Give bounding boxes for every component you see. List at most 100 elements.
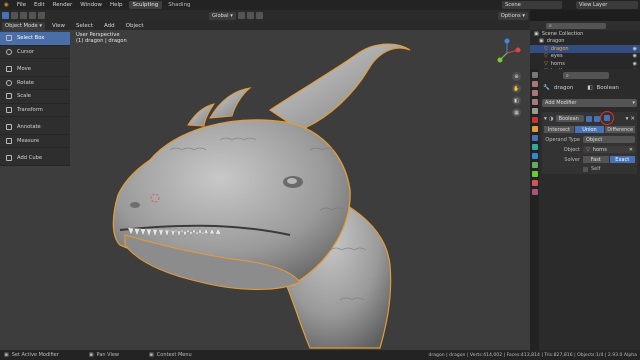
op-intersect[interactable]: Intersect — [544, 126, 574, 133]
snap-icon[interactable] — [246, 12, 254, 19]
perspective-toggle-icon[interactable]: ▦ — [512, 108, 521, 117]
object-mode-dropdown[interactable]: Object Mode ▾ — [2, 21, 45, 30]
menu-select[interactable]: Select — [72, 23, 97, 29]
select-subtract-icon[interactable] — [20, 12, 27, 19]
menu-help[interactable]: Help — [106, 2, 127, 8]
menu-edit[interactable]: Edit — [30, 2, 49, 8]
modifier-tab-icon[interactable] — [531, 135, 538, 141]
view-layer-tab-icon[interactable] — [531, 99, 538, 105]
solver-exact[interactable]: Exact — [609, 156, 635, 163]
clear-field-icon[interactable]: ✕ — [629, 147, 633, 153]
viewport-header: Global ▾ Options ▾ — [0, 10, 530, 21]
tool-transform[interactable]: Transform — [0, 104, 70, 117]
camera-icon[interactable]: ◧ — [512, 96, 521, 105]
constraints-tab-icon[interactable] — [531, 162, 538, 168]
visibility-eye-icon[interactable]: ◉ — [633, 53, 637, 59]
menu-render[interactable]: Render — [49, 2, 77, 8]
solver-row: Solver Fast Exact — [544, 156, 635, 163]
menu-window[interactable]: Window — [76, 2, 106, 8]
tool-tab-icon[interactable] — [531, 72, 538, 78]
viewport-toggle-icon[interactable] — [593, 115, 600, 122]
self-checkbox[interactable] — [583, 166, 588, 172]
visibility-eye-icon[interactable]: ◉ — [633, 46, 637, 52]
texture-tab-icon[interactable] — [531, 189, 538, 195]
render-tab-icon[interactable] — [531, 81, 538, 87]
boolean-modifier-panel: ▾ ◑ Boolean ▾ ✕ Intersect Union Differen… — [542, 111, 637, 174]
navigation-buttons: ⊕ ✋ ◧ ▦ — [512, 72, 521, 117]
menu-object[interactable]: Object — [122, 23, 148, 29]
menu-add[interactable]: Add — [100, 23, 119, 29]
close-icon[interactable]: ✕ — [630, 116, 635, 122]
mouse-left-icon: ▣ — [4, 352, 9, 358]
op-difference[interactable]: Difference — [605, 126, 636, 133]
menu-file[interactable]: File — [13, 2, 30, 8]
outliner-scene-collection[interactable]: ▣ Scene Collection — [530, 30, 640, 38]
outliner-item-dragon[interactable]: ▽ dragon ◉ — [530, 45, 640, 53]
edit-mode-toggle-icon[interactable] — [585, 115, 592, 122]
3d-viewport[interactable]: User Perspective (1) dragon | dragon ⊕ ✋… — [0, 30, 530, 350]
axis-gizmo-icon[interactable] — [492, 38, 522, 68]
modifier-breadcrumb-icon: ◧ — [587, 85, 593, 91]
properties-search-field[interactable]: ⌕ — [563, 72, 609, 79]
physics-tab-icon[interactable] — [531, 153, 538, 159]
collapse-chevron-icon[interactable]: ▾ — [544, 116, 547, 122]
object-field[interactable]: ▽ horns ✕ — [583, 146, 635, 153]
properties-context: 🔧 dragon ◧ Boolean — [539, 82, 640, 94]
mesh-icon: ▽ — [544, 60, 548, 67]
select-mode-icon[interactable] — [2, 12, 9, 19]
navigation-gizmo[interactable] — [492, 38, 522, 70]
world-tab-icon[interactable] — [531, 117, 538, 123]
menu-view[interactable]: View — [48, 23, 69, 29]
options-button[interactable]: Options ▾ — [497, 11, 528, 20]
boolean-modifier-icon: ◑ — [548, 115, 554, 122]
solver-fast[interactable]: Fast — [583, 156, 609, 163]
proportional-edit-icon[interactable] — [255, 12, 263, 19]
blender-logo-icon[interactable]: ◉ — [0, 2, 13, 8]
viewport-info: User Perspective (1) dragon | dragon — [76, 32, 127, 44]
tab-shading[interactable]: Shading — [164, 1, 194, 9]
select-invert-icon[interactable] — [29, 12, 36, 19]
pivot-icon[interactable] — [237, 12, 245, 19]
outliner-item-eyes[interactable]: ▽ eyes ◉ — [530, 53, 640, 61]
pan-icon[interactable]: ✋ — [512, 84, 521, 93]
tool-move[interactable]: Move — [0, 63, 70, 77]
self-row: Self — [544, 166, 635, 172]
material-tab-icon[interactable] — [531, 180, 538, 186]
tool-measure[interactable]: Measure — [0, 135, 70, 148]
add-modifier-dropdown[interactable]: Add Modifier ▾ — [542, 99, 637, 107]
tab-sculpting[interactable]: Sculpting — [128, 1, 163, 9]
tool-scale[interactable]: Scale — [0, 90, 70, 104]
scene-statistics: dragon | dragon | Verts:414,002 | Faces:… — [428, 352, 637, 358]
particles-tab-icon[interactable] — [531, 144, 538, 150]
view-layer-selector[interactable]: View Layer — [576, 1, 638, 9]
modifier-name-field[interactable]: Boolean — [555, 115, 584, 122]
select-extend-icon[interactable] — [11, 12, 18, 19]
select-intersect-icon[interactable] — [38, 12, 45, 19]
transform-orientation-dropdown[interactable]: Global ▾ — [209, 11, 236, 20]
outliner-item-dragon-collection[interactable]: ▣ dragon — [530, 38, 640, 46]
tool-add-cube[interactable]: Add Cube — [0, 152, 70, 166]
op-union[interactable]: Union — [574, 126, 605, 133]
wrench-icon: 🔧 — [543, 85, 550, 91]
dropdown-arrow-icon[interactable]: ▾ — [626, 116, 629, 122]
outliner-search-field[interactable]: ⌕ — [546, 22, 606, 29]
output-tab-icon[interactable] — [531, 90, 538, 96]
visibility-eye-icon[interactable]: ◉ — [633, 61, 637, 67]
data-tab-icon[interactable] — [531, 171, 538, 177]
mouse-middle-icon: ▣ — [88, 352, 94, 358]
tool-select-box[interactable]: Select Box — [0, 32, 70, 46]
operand-type-dropdown[interactable]: Object — [583, 136, 635, 143]
properties-panel: ⌕ 🔧 dragon ◧ Boolean Add Modifier ▾ ▾ ◑ B… — [539, 69, 640, 350]
modifier-header: ▾ ◑ Boolean ▾ ✕ — [544, 111, 635, 125]
tool-cursor[interactable]: Cursor — [0, 46, 70, 59]
outliner-search[interactable]: ⌕ — [530, 21, 640, 30]
render-toggle-highlight[interactable] — [599, 111, 616, 125]
scene-tab-icon[interactable] — [531, 108, 538, 114]
tool-annotate[interactable]: Annotate — [0, 121, 70, 135]
outliner-item-horns[interactable]: ▽ horns ◉ — [530, 60, 640, 68]
object-tab-icon[interactable] — [531, 126, 538, 132]
scene-selector[interactable]: Scene — [502, 1, 562, 9]
zoom-icon[interactable]: ⊕ — [512, 72, 521, 81]
dragon-model[interactable] — [0, 30, 530, 350]
tool-rotate[interactable]: Rotate — [0, 77, 70, 90]
